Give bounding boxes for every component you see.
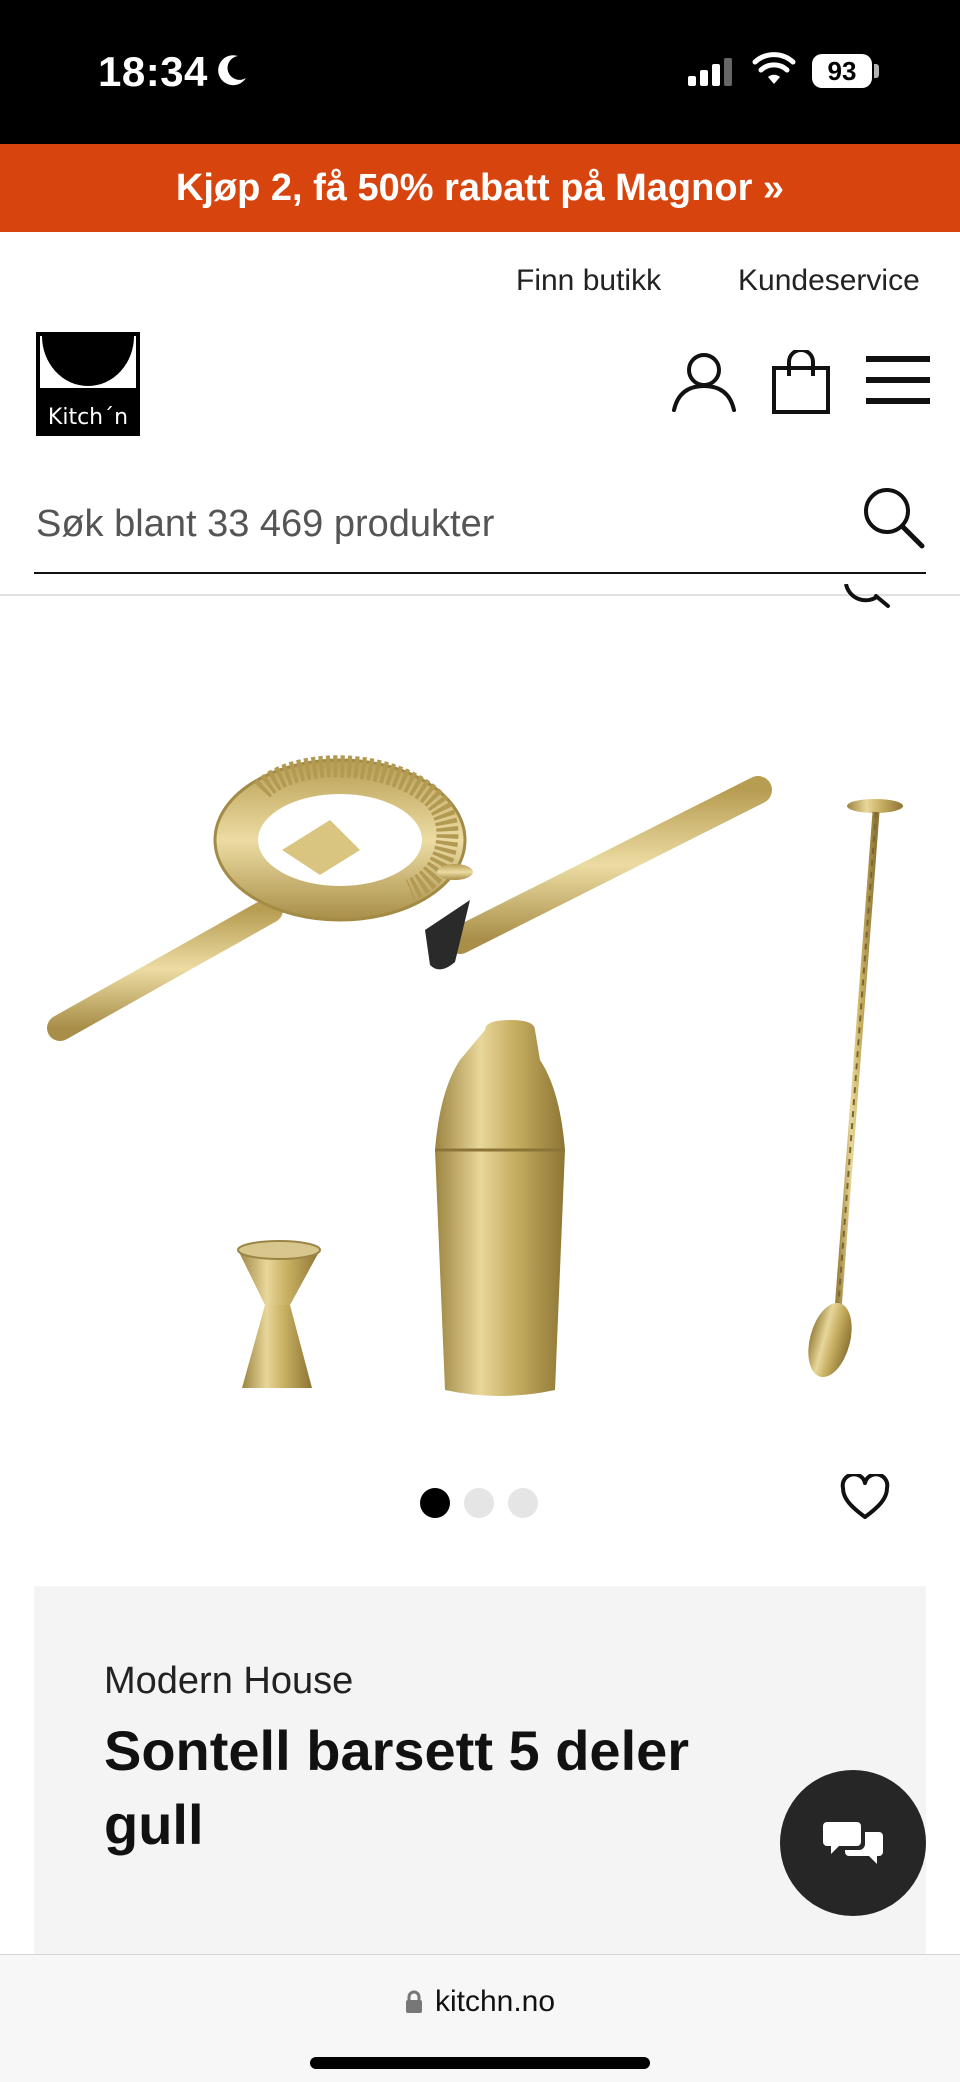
product-title: Sontell barsett 5 deler gull bbox=[104, 1719, 690, 1856]
battery-indicator: 93 bbox=[812, 54, 872, 88]
product-image[interactable] bbox=[30, 700, 930, 1420]
status-bar: 18:34 93 bbox=[0, 0, 960, 144]
search-icon[interactable] bbox=[860, 484, 926, 550]
url-text[interactable]: kitchn.no bbox=[435, 1985, 555, 2019]
logo[interactable]: Kitch´n bbox=[36, 332, 140, 436]
header-divider bbox=[0, 594, 960, 596]
moon-icon bbox=[218, 55, 246, 86]
chat-button[interactable] bbox=[780, 1770, 926, 1916]
home-indicator[interactable] bbox=[310, 2057, 650, 2069]
search-bar bbox=[34, 470, 926, 574]
carousel-dot-3[interactable] bbox=[508, 1488, 538, 1518]
url-row[interactable]: kitchn.no bbox=[0, 1985, 960, 2019]
status-time: 18:34 bbox=[98, 48, 208, 95]
find-store-link[interactable]: Finn butikk bbox=[516, 264, 661, 298]
logo-bowl-icon bbox=[40, 336, 136, 388]
bar-spoon-illustration bbox=[808, 799, 903, 1378]
menu-icon[interactable] bbox=[866, 350, 930, 410]
heart-icon[interactable] bbox=[840, 1474, 890, 1520]
product-brand[interactable]: Modern House bbox=[104, 1660, 353, 1703]
signal-icon bbox=[688, 58, 732, 86]
promo-banner[interactable]: Kjøp 2, få 50% rabatt på Magnor » bbox=[0, 144, 960, 232]
chat-icon bbox=[823, 1822, 883, 1864]
bag-icon[interactable] bbox=[770, 350, 832, 416]
jigger-illustration bbox=[237, 1240, 321, 1388]
carousel-dot-2[interactable] bbox=[464, 1488, 494, 1518]
user-icon[interactable] bbox=[670, 350, 738, 414]
carousel-dot-1[interactable] bbox=[420, 1488, 450, 1518]
wifi-icon bbox=[752, 52, 796, 84]
logo-text: Kitch´n bbox=[47, 405, 129, 430]
search-input[interactable] bbox=[34, 488, 838, 560]
muddler-illustration bbox=[425, 776, 772, 970]
strainer-illustration bbox=[47, 755, 473, 1041]
shaker-illustration bbox=[435, 1020, 565, 1396]
battery-nub bbox=[874, 64, 879, 78]
zoom-icon[interactable] bbox=[842, 584, 892, 612]
product-info-panel: Modern House Sontell barsett 5 deler gul… bbox=[34, 1586, 926, 2006]
browser-address-bar[interactable]: kitchn.no bbox=[0, 1954, 960, 2082]
customer-service-link[interactable]: Kundeservice bbox=[738, 264, 920, 298]
lock-icon bbox=[405, 1990, 422, 2013]
